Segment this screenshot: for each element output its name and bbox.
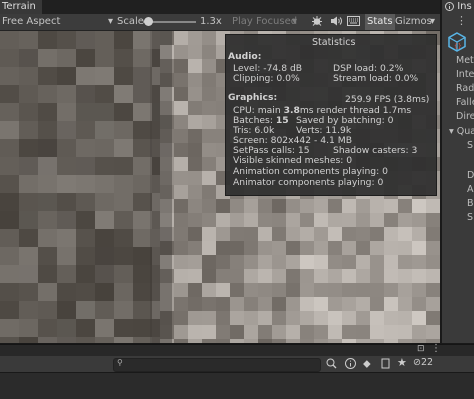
- bug-icon[interactable]: [311, 14, 323, 30]
- chevron-down-icon[interactable]: ▾: [430, 14, 435, 30]
- inspector-row: B: [467, 198, 474, 209]
- inspector-row: S: [467, 212, 474, 223]
- inspector-row: Dire: [456, 111, 474, 122]
- inspector-row: Met: [456, 55, 474, 66]
- scale-slider-handle[interactable]: [144, 17, 153, 26]
- game-view-toolbar: Free Aspect ▾ Scale 1.3x Play Focused ▾ …: [0, 14, 440, 31]
- visible-skinned-meshes: Visible skinned meshes: 0: [233, 155, 353, 166]
- inspector-row: S: [467, 140, 474, 151]
- statistics-title: Statistics: [312, 37, 356, 48]
- inspector-row: Falle: [456, 97, 474, 108]
- graphics-header: Graphics:: [228, 92, 278, 103]
- info-icon[interactable]: [345, 358, 356, 372]
- visibility-icon[interactable]: [380, 358, 391, 372]
- play-focused-dropdown[interactable]: Play Focused: [232, 14, 297, 30]
- search-options-icon[interactable]: [326, 358, 337, 372]
- scale-value: 1.3x: [200, 16, 222, 27]
- inspector-row: Inte: [456, 69, 474, 80]
- chevron-down-icon[interactable]: ▾: [108, 14, 113, 30]
- statistics-overlay: Statistics Audio: Level: -74.8 dB DSP lo…: [225, 34, 437, 196]
- inspector-row: A: [467, 184, 474, 195]
- keyboard-shortcuts-icon[interactable]: [347, 14, 360, 30]
- message-count[interactable]: ⊘22: [413, 357, 433, 368]
- game-tab-bar: [0, 0, 440, 14]
- cube-icon: {}: [448, 32, 466, 55]
- lock-icon[interactable]: ⊡: [417, 344, 425, 354]
- tab-game-view[interactable]: Terrain: [0, 0, 42, 14]
- animation-components: Animation components playing: 0: [233, 166, 388, 177]
- clipping: Clipping: 0.0%: [233, 73, 300, 84]
- audio-header: Audio:: [228, 51, 262, 62]
- star-icon[interactable]: ★: [397, 356, 407, 369]
- inspector-foldout[interactable]: ▾ Qua: [449, 126, 474, 137]
- more-options-icon[interactable]: ⋮: [456, 14, 467, 27]
- stream-load: Stream load: 0.0%: [333, 73, 419, 84]
- chevron-down-icon[interactable]: ▾: [292, 14, 297, 30]
- animator-components: Animator components playing: 0: [233, 177, 384, 188]
- inspector-row: Rad: [456, 83, 474, 94]
- scale-label: Scale: [117, 16, 144, 27]
- stats-toggle-button[interactable]: Stats: [365, 14, 395, 30]
- tag-icon[interactable]: ⬥: [363, 357, 371, 371]
- svg-text:{}: {}: [454, 43, 462, 50]
- info-icon: [445, 1, 454, 11]
- console-log-area[interactable]: [0, 373, 474, 399]
- console-search-input[interactable]: ⚲: [113, 358, 321, 372]
- search-icon: ⚲: [117, 358, 123, 367]
- more-options-icon[interactable]: ⋮: [431, 343, 441, 354]
- inspector-row: D: [467, 170, 474, 181]
- gizmos-button[interactable]: Gizmos: [395, 14, 432, 30]
- fps-readout: 259.9 FPS (3.8ms): [345, 94, 430, 105]
- inspector-tab-label: Ins: [457, 1, 472, 12]
- aspect-dropdown[interactable]: Free Aspect: [2, 14, 60, 30]
- mute-audio-icon[interactable]: [330, 14, 342, 30]
- tab-inspector[interactable]: Ins: [445, 0, 472, 14]
